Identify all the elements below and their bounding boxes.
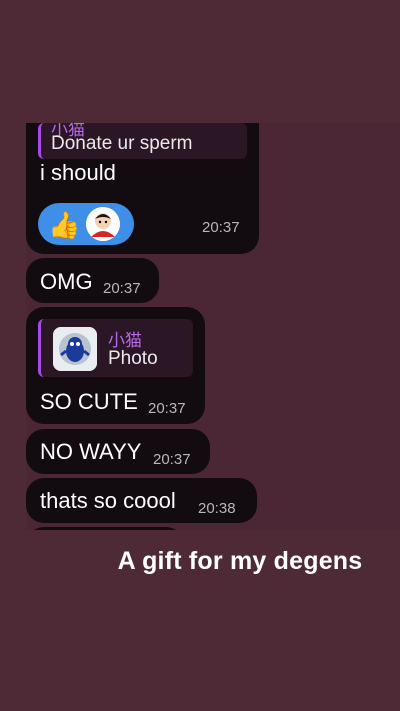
message-text: SO CUTE (40, 389, 138, 414)
message-time: 20:37 (153, 451, 191, 468)
message-bubble[interactable]: NO WAYY 20:37 (26, 429, 210, 474)
message-time: 20:37 (103, 280, 141, 297)
message-time: 20:38 (198, 500, 236, 517)
message-time: 20:37 (148, 400, 186, 417)
message-text: i should (40, 160, 116, 185)
message-bubble[interactable]: OMG 20:37 (26, 258, 159, 303)
photo-thumbnail[interactable] (53, 327, 97, 371)
reactions[interactable]: 👍 (38, 203, 134, 245)
reply-quote[interactable]: 小猫 Photo (38, 319, 193, 377)
chat-screenshot: 小猫 Donate ur sperm i should 👍 20:37 OMG … (26, 123, 400, 530)
message-bubble[interactable]: 小猫 Donate ur sperm i should 👍 20:37 (26, 123, 259, 254)
message-bubble[interactable]: thats so coool 20:38 (26, 478, 257, 523)
message-time: 20:37 (202, 219, 240, 236)
reply-text: Photo (108, 348, 158, 369)
message-bubble[interactable]: 小猫 Photo SO CUTE 20:37 (26, 307, 205, 424)
caption-text: A gift for my degens (117, 547, 363, 575)
message-bubble-partial (26, 527, 184, 530)
message-text: OMG (40, 269, 93, 294)
reply-text: Donate ur sperm (51, 133, 193, 154)
message-text: NO WAYY (40, 439, 142, 464)
message-text: thats so coool (40, 488, 176, 513)
reply-quote[interactable]: 小猫 Donate ur sperm (38, 123, 247, 159)
thumbs-up-icon[interactable]: 👍 (48, 210, 80, 240)
sticker-reaction-icon[interactable] (86, 207, 120, 241)
